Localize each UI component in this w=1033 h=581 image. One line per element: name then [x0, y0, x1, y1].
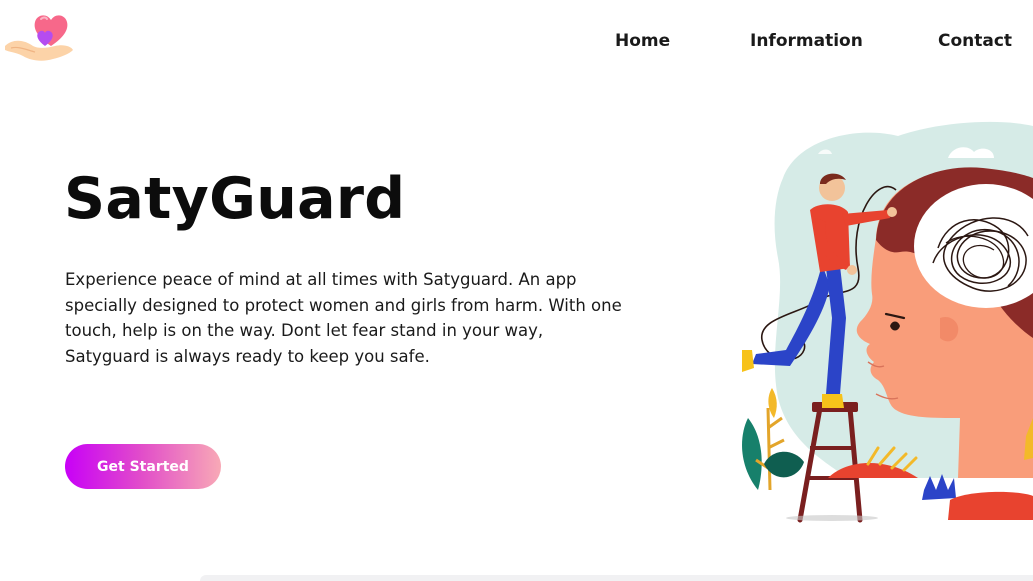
tangled-thoughts-illustration — [742, 121, 1033, 523]
get-started-button[interactable]: Get Started — [65, 444, 221, 489]
hero-description: Experience peace of mind at all times wi… — [65, 270, 622, 366]
next-section-edge — [200, 575, 1033, 581]
nav-home-link[interactable]: Home — [615, 30, 670, 52]
main-nav: Home Information Contact — [0, 30, 1033, 54]
nav-information-link[interactable]: Information — [750, 30, 863, 52]
nav-contact-link[interactable]: Contact — [938, 30, 1012, 52]
hero-title: SatyGuard — [64, 166, 406, 232]
